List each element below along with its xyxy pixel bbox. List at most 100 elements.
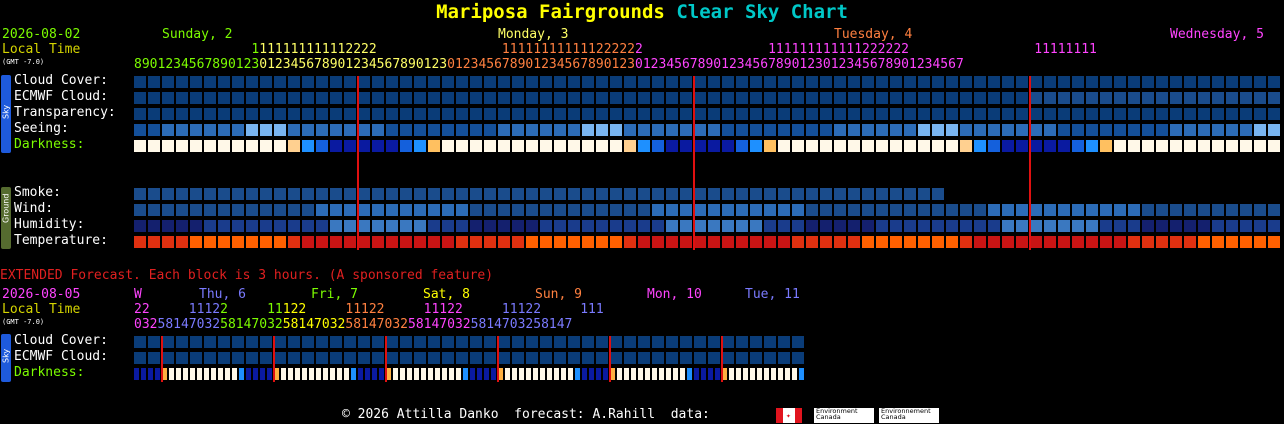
ext-darkness-block [211, 368, 216, 380]
temperature-block [1002, 236, 1014, 248]
ecmwf-cloud-block [1170, 92, 1182, 104]
darkness-block [512, 140, 524, 152]
humidity-block [1170, 220, 1182, 232]
ext-cloud-cover-block [750, 336, 762, 348]
ecmwf-cloud-block [260, 92, 272, 104]
darkness-block [386, 140, 398, 152]
ext-cloud-cover-block [764, 336, 776, 348]
smoke-block [512, 188, 524, 200]
wind-block [1086, 204, 1098, 216]
smoke-block [162, 188, 174, 200]
wind-block [890, 204, 902, 216]
humidity-block [820, 220, 832, 232]
wind-block [764, 204, 776, 216]
seeing-block [988, 124, 1000, 136]
darkness-block [890, 140, 902, 152]
humidity-block [862, 220, 874, 232]
forecast-grid [134, 76, 1280, 382]
temperature-block [1254, 236, 1266, 248]
humidity-block [442, 220, 454, 232]
seeing-block [176, 124, 188, 136]
wind-block [666, 204, 678, 216]
ecmwf-cloud-block [820, 92, 832, 104]
ext-ecmwf-cloud-block [694, 352, 706, 364]
humidity-block [456, 220, 468, 232]
wind-block [1030, 204, 1042, 216]
transparency-block [1044, 108, 1056, 120]
darkness-block [1142, 140, 1154, 152]
ext-cloud-cover-block [218, 336, 230, 348]
seeing-block [1128, 124, 1140, 136]
temperature-block [1156, 236, 1168, 248]
ecmwf-cloud-block [1086, 92, 1098, 104]
wind-block [1114, 204, 1126, 216]
ecmwf-cloud-block [666, 92, 678, 104]
humidity-block [1058, 220, 1070, 232]
ecmwf-cloud-block [274, 92, 286, 104]
temperature-block [568, 236, 580, 248]
ecmwf-cloud-block [1016, 92, 1028, 104]
humidity-block [1030, 220, 1042, 232]
transparency-block [1114, 108, 1126, 120]
seeing-block [554, 124, 566, 136]
ext-cloud-cover-block [148, 336, 160, 348]
humidity-block [1072, 220, 1084, 232]
temperature-block [806, 236, 818, 248]
transparency-block [638, 108, 650, 120]
ext-darkness-block [232, 368, 237, 380]
transparency-block [876, 108, 888, 120]
temperature-block [1226, 236, 1238, 248]
ext-ecmwf-cloud-block [302, 352, 314, 364]
humidity-block [1156, 220, 1168, 232]
wind-block [848, 204, 860, 216]
temperature-block [1072, 236, 1084, 248]
cloud-cover-block [988, 76, 1000, 88]
transparency-block [1086, 108, 1098, 120]
darkness-block [232, 140, 244, 152]
humidity-block [1198, 220, 1210, 232]
ext-ecmwf-cloud-block [288, 352, 300, 364]
humidity-block [918, 220, 930, 232]
temperature-block [862, 236, 874, 248]
ext-darkness-block [351, 368, 356, 380]
smoke-block [652, 188, 664, 200]
darkness-block [876, 140, 888, 152]
ecmwf-cloud-block [932, 92, 944, 104]
temperature-block [512, 236, 524, 248]
ext-darkness-block [666, 368, 671, 380]
cloud-cover-block [932, 76, 944, 88]
wind-block [582, 204, 594, 216]
smoke-block [302, 188, 314, 200]
seeing-block [750, 124, 762, 136]
transparency-block [372, 108, 384, 120]
humidity-block [694, 220, 706, 232]
transparency-block [1184, 108, 1196, 120]
ext-darkness-block [281, 368, 286, 380]
smoke-block [274, 188, 286, 200]
cloud-cover-block [764, 76, 776, 88]
cloud-cover-block [512, 76, 524, 88]
humidity-block [806, 220, 818, 232]
ext-ecmwf-cloud-block [232, 352, 244, 364]
temperature-block [736, 236, 748, 248]
humidity-block [946, 220, 958, 232]
cloud-cover-block [1184, 76, 1196, 88]
transparency-block [694, 108, 706, 120]
ecmwf-cloud-block [904, 92, 916, 104]
seeing-block [232, 124, 244, 136]
ext-ecmwf-cloud-block [344, 352, 356, 364]
temperature-block [1184, 236, 1196, 248]
humidity-block [526, 220, 538, 232]
darkness-block [190, 140, 202, 152]
transparency-block [596, 108, 608, 120]
ext-darkness-block [736, 368, 741, 380]
wind-block [386, 204, 398, 216]
wind-block [1156, 204, 1168, 216]
darkness-block [680, 140, 692, 152]
seeing-block [1226, 124, 1238, 136]
ext-cloud-cover-block [330, 336, 342, 348]
ext-ecmwf-cloud-block [176, 352, 188, 364]
cloud-cover-block [344, 76, 356, 88]
ecmwf-cloud-block [148, 92, 160, 104]
ext-cloud-cover-block [596, 336, 608, 348]
